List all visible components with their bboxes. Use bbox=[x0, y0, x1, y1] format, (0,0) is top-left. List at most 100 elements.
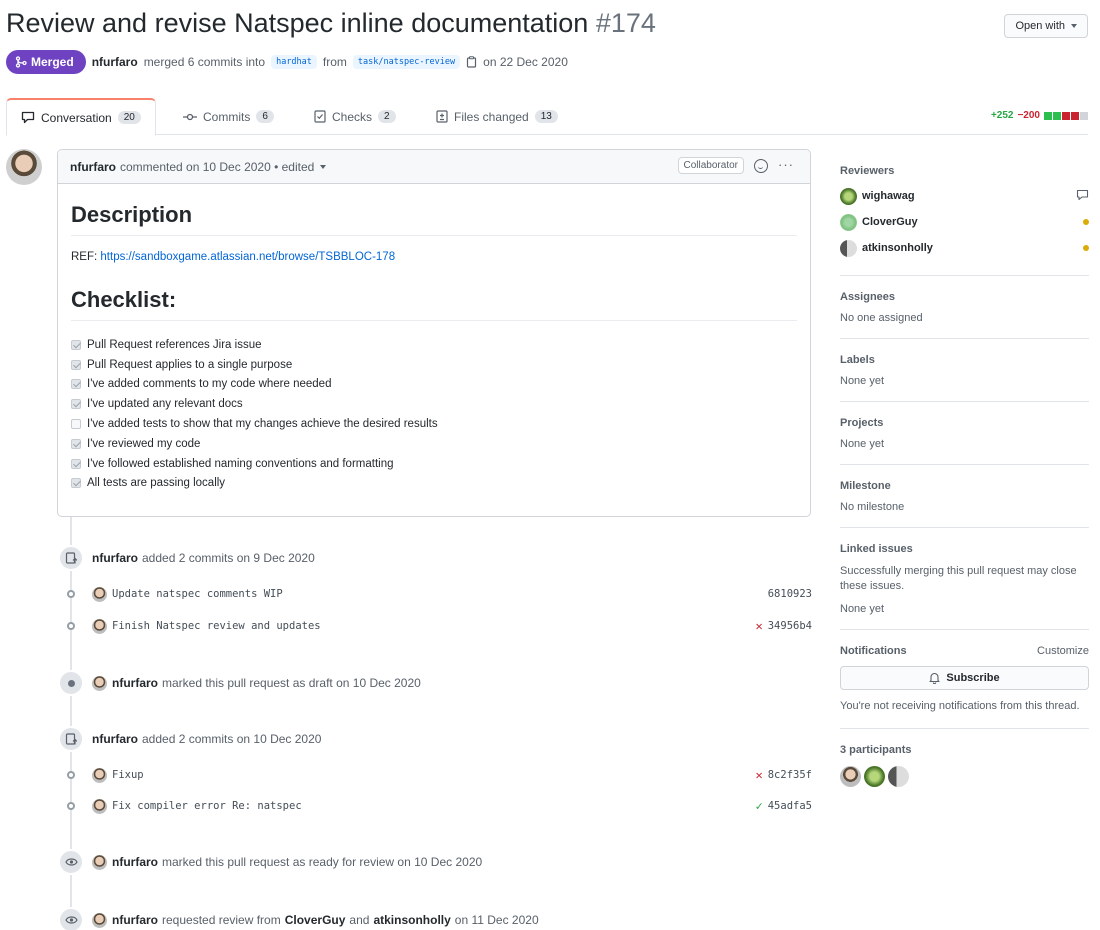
repo-push-icon bbox=[58, 545, 84, 571]
timeline-event-review-request: nfurfaro requested review from CloverGuy… bbox=[58, 907, 539, 930]
avatar[interactable] bbox=[888, 766, 909, 787]
x-icon[interactable]: ✕ bbox=[756, 619, 763, 633]
commit-row: Update natspec comments WIP 6810923 bbox=[58, 585, 812, 603]
open-with-button[interactable]: Open with bbox=[1004, 14, 1088, 38]
reviewer-link[interactable]: atkinsonholly bbox=[373, 913, 450, 927]
avatar[interactable] bbox=[864, 766, 885, 787]
tab-counter: 13 bbox=[534, 110, 558, 123]
author-link[interactable]: nfurfaro bbox=[92, 55, 138, 69]
comment-author[interactable]: nfurfaro bbox=[70, 160, 116, 174]
dot-icon bbox=[58, 670, 84, 696]
commit-sha[interactable]: 6810923 bbox=[768, 588, 812, 600]
section-title[interactable]: Reviewers bbox=[840, 165, 1089, 177]
notifications-description: You're not receiving notifications from … bbox=[840, 700, 1080, 712]
x-icon[interactable]: ✕ bbox=[756, 768, 763, 782]
comment-action[interactable]: commented on 10 Dec 2020 • edited bbox=[120, 160, 314, 174]
checklist-item: I've added comments to my code where nee… bbox=[71, 375, 797, 395]
pr-tabs: Conversation 20 Commits 6 Checks 2 Files… bbox=[6, 98, 1088, 136]
emoji-reaction-icon[interactable] bbox=[754, 159, 768, 173]
sidebar-participants: 3 participants bbox=[840, 729, 1089, 801]
reviewer-name: atkinsonholly bbox=[862, 242, 933, 254]
checklist: Pull Request references Jira issue Pull … bbox=[71, 335, 797, 493]
checklist-item-label: I've followed established naming convent… bbox=[87, 457, 394, 470]
tab-counter: 6 bbox=[256, 110, 274, 123]
checkbox[interactable] bbox=[71, 419, 81, 430]
diffstat: +252 −200 bbox=[991, 110, 1088, 121]
customize-link[interactable]: Customize bbox=[1037, 645, 1089, 657]
commit-message[interactable]: Finish Natspec review and updates bbox=[112, 620, 321, 632]
avatar bbox=[840, 213, 857, 231]
commit-message[interactable]: Fixup bbox=[112, 769, 144, 781]
pending-dot-icon bbox=[1083, 219, 1089, 225]
checkbox[interactable] bbox=[71, 438, 81, 449]
ref-link[interactable]: https://sandboxgame.atlassian.net/browse… bbox=[100, 251, 395, 263]
repo-push-icon bbox=[58, 726, 84, 752]
check-icon[interactable]: ✓ bbox=[756, 799, 763, 813]
event-text: added 2 commits on 10 Dec 2020 bbox=[142, 732, 322, 746]
reviewer-item[interactable]: atkinsonholly bbox=[840, 235, 1089, 261]
tab-files-changed[interactable]: Files changed 13 bbox=[422, 98, 572, 135]
checklist-item-label: I've updated any relevant docs bbox=[87, 398, 243, 411]
section-value: None yet bbox=[840, 438, 885, 450]
participant-avatars bbox=[840, 766, 1089, 787]
timeline-event-commits: nfurfaro added 2 commits on 10 Dec 2020 bbox=[58, 726, 321, 752]
tab-conversation[interactable]: Conversation 20 bbox=[6, 98, 156, 136]
avatar[interactable] bbox=[92, 854, 107, 870]
timeline-event-ready: nfurfaro marked this pull request as rea… bbox=[58, 849, 482, 875]
commit-message[interactable]: Fix compiler error Re: natspec bbox=[112, 800, 302, 812]
checklist-item-label: I've added comments to my code where nee… bbox=[87, 378, 332, 391]
checkbox[interactable] bbox=[71, 399, 81, 410]
avatar[interactable] bbox=[92, 912, 107, 928]
checklist-item: I've updated any relevant docs bbox=[71, 394, 797, 414]
timeline-event-commits: nfurfaro added 2 commits on 9 Dec 2020 bbox=[58, 545, 315, 571]
tab-checks[interactable]: Checks 2 bbox=[300, 98, 410, 135]
status-badge: Merged bbox=[6, 50, 86, 74]
kebab-menu-icon[interactable]: ··· bbox=[778, 157, 794, 172]
checkbox[interactable] bbox=[71, 458, 81, 469]
tab-label: Commits bbox=[203, 109, 251, 124]
event-actor[interactable]: nfurfaro bbox=[112, 913, 158, 927]
avatar[interactable] bbox=[840, 766, 861, 787]
avatar[interactable] bbox=[6, 149, 42, 185]
checkbox[interactable] bbox=[71, 379, 81, 390]
ref-label: REF: bbox=[71, 251, 98, 263]
avatar[interactable] bbox=[92, 675, 107, 691]
event-actor[interactable]: nfurfaro bbox=[112, 855, 158, 869]
tab-commits[interactable]: Commits 6 bbox=[169, 98, 288, 135]
checklist-item-label: Pull Request references Jira issue bbox=[87, 338, 262, 351]
checkbox[interactable] bbox=[71, 478, 81, 489]
subscribe-button[interactable]: Subscribe bbox=[840, 666, 1089, 690]
avatar[interactable] bbox=[92, 798, 107, 814]
event-text: marked this pull request as ready for re… bbox=[162, 855, 483, 869]
reviewer-item[interactable]: CloverGuy bbox=[840, 209, 1089, 235]
event-actor[interactable]: nfurfaro bbox=[92, 732, 138, 746]
commit-sha[interactable]: ✕ 8c2f35f bbox=[756, 768, 813, 782]
avatar[interactable] bbox=[92, 618, 107, 634]
sidebar-assignees: Assignees No one assigned bbox=[840, 276, 1089, 339]
section-title[interactable]: Projects bbox=[840, 417, 1089, 429]
copy-icon[interactable] bbox=[466, 56, 477, 68]
avatar[interactable] bbox=[92, 586, 107, 602]
commit-sha[interactable]: ✓ 45adfa5 bbox=[756, 799, 813, 813]
subscribe-label: Subscribe bbox=[946, 672, 1000, 684]
merge-date: on 22 Dec 2020 bbox=[483, 55, 568, 69]
sha-text: 8c2f35f bbox=[767, 769, 812, 781]
event-actor[interactable]: nfurfaro bbox=[92, 551, 138, 565]
checkbox[interactable] bbox=[71, 339, 81, 350]
section-title[interactable]: Milestone bbox=[840, 480, 1089, 492]
event-actor[interactable]: nfurfaro bbox=[112, 676, 158, 690]
commit-sha[interactable]: ✕ 34956b4 bbox=[756, 619, 813, 633]
notifications-header: Notifications Customize bbox=[840, 645, 1089, 657]
reviewer-item[interactable]: wighawag bbox=[840, 183, 1089, 209]
reviewer-link[interactable]: CloverGuy bbox=[285, 913, 346, 927]
base-branch[interactable]: hardhat bbox=[271, 55, 317, 69]
section-title[interactable]: Assignees bbox=[840, 291, 1089, 303]
head-branch[interactable]: task/natspec-review bbox=[352, 55, 461, 69]
edited-caret-icon[interactable] bbox=[320, 164, 327, 169]
tab-counter: 20 bbox=[117, 111, 141, 124]
section-title[interactable]: Labels bbox=[840, 354, 1089, 366]
avatar[interactable] bbox=[92, 767, 107, 783]
commit-message[interactable]: Update natspec comments WIP bbox=[112, 588, 283, 600]
avatar bbox=[840, 239, 857, 257]
checkbox[interactable] bbox=[71, 359, 81, 370]
